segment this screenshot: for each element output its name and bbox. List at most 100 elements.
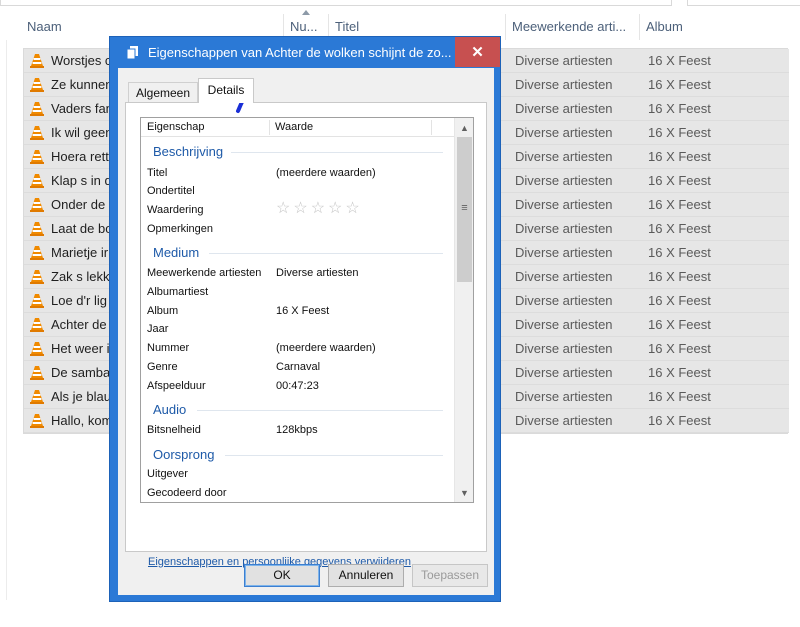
group-divider [197, 410, 443, 411]
vlc-cone-icon [30, 246, 44, 260]
prop-value-bitrate[interactable]: 128kbps [276, 424, 318, 436]
close-button[interactable]: ✕ [455, 37, 500, 67]
file-artist: Diverse artiesten [515, 413, 613, 428]
file-album: 16 X Feest [648, 125, 711, 140]
file-name: Ik wil geen [51, 125, 113, 140]
prop-label-duration[interactable]: Afspeelduur [147, 380, 206, 392]
file-artist: Diverse artiesten [515, 101, 613, 116]
apply-button[interactable]: Toepassen [412, 564, 488, 587]
prop-value-album[interactable]: 16 X Feest [276, 305, 329, 317]
property-list-scrollbar[interactable]: ▲ ≡ ▼ [454, 118, 473, 502]
search-box[interactable] [687, 0, 800, 6]
vlc-cone-icon [30, 294, 44, 308]
prop-label-comments[interactable]: Opmerkingen [147, 223, 213, 235]
document-icon [127, 46, 138, 59]
prop-label-year[interactable]: Jaar [147, 323, 168, 335]
file-artist: Diverse artiesten [515, 317, 613, 332]
file-album: 16 X Feest [648, 245, 711, 260]
prop-value-track[interactable]: (meerdere waarden) [276, 342, 376, 354]
column-header-artists[interactable]: Meewerkende arti... [507, 14, 640, 40]
file-album: 16 X Feest [648, 53, 711, 68]
column-divider[interactable] [269, 120, 270, 135]
file-name: Vaders fan [51, 101, 113, 116]
top-toolbar-area [0, 0, 800, 8]
file-album: 16 X Feest [648, 101, 711, 116]
file-artist: Diverse artiesten [515, 269, 613, 284]
file-name: Hoera rett [51, 149, 109, 164]
vlc-cone-icon [30, 342, 44, 356]
vlc-cone-icon [30, 414, 44, 428]
file-artist: Diverse artiesten [515, 125, 613, 140]
column-header-album[interactable]: Album [641, 14, 800, 40]
column-header-value[interactable]: Waarde [275, 118, 313, 137]
grip-icon: ≡ [461, 202, 468, 214]
file-album: 16 X Feest [648, 221, 711, 236]
file-album: 16 X Feest [648, 341, 711, 356]
file-name: Het weer i [51, 341, 110, 356]
prop-label-rating[interactable]: Waardering [147, 204, 203, 216]
tab-algemeen[interactable]: Algemeen [128, 82, 198, 102]
prop-label-bitrate[interactable]: Bitsnelheid [147, 424, 201, 436]
column-divider[interactable] [431, 120, 432, 135]
prop-label-subtitle[interactable]: Ondertitel [147, 185, 195, 197]
group-divider [209, 253, 443, 254]
file-album: 16 X Feest [648, 269, 711, 284]
tab-details[interactable]: Details [198, 78, 254, 103]
vlc-cone-icon [30, 390, 44, 404]
file-artist: Diverse artiesten [515, 77, 613, 92]
file-name: Laat de bo [51, 221, 113, 236]
sort-ascending-icon [302, 10, 310, 15]
column-header-property[interactable]: Eigenschap [147, 118, 205, 137]
cancel-button[interactable]: Annuleren [328, 564, 404, 587]
prop-label-title[interactable]: Titel [147, 167, 167, 179]
file-artist: Diverse artiesten [515, 173, 613, 188]
prop-value-artists[interactable]: Diverse artiesten [276, 267, 359, 279]
prop-value-title[interactable]: (meerdere waarden) [276, 167, 376, 179]
ok-button[interactable]: OK [244, 564, 320, 587]
vlc-cone-icon [30, 366, 44, 380]
file-album: 16 X Feest [648, 293, 711, 308]
vlc-cone-icon [30, 318, 44, 332]
file-artist: Diverse artiesten [515, 197, 613, 212]
file-album: 16 X Feest [648, 77, 711, 92]
prop-label-genre[interactable]: Genre [147, 361, 178, 373]
scrollbar-thumb[interactable]: ≡ [457, 137, 472, 282]
property-list: Eigenschap Waarde Beschrijving Titel (me… [140, 117, 474, 503]
file-artist: Diverse artiesten [515, 53, 613, 68]
dialog-body: Algemeen Details Eigenschap Waarde Besch… [118, 68, 494, 595]
prop-value-duration[interactable]: 00:47:23 [276, 380, 319, 392]
file-album: 16 X Feest [648, 317, 711, 332]
prop-label-album[interactable]: Album [147, 305, 178, 317]
file-artist: Diverse artiesten [515, 221, 613, 236]
file-artist: Diverse artiesten [515, 149, 613, 164]
rating-stars-icon[interactable]: ☆☆☆☆☆ [276, 198, 363, 218]
prop-label-track[interactable]: Nummer [147, 342, 189, 354]
scroll-up-icon[interactable]: ▲ [456, 119, 473, 136]
file-artist: Diverse artiesten [515, 365, 613, 380]
file-name: Achter de [51, 317, 107, 332]
file-name: Marietje ir [51, 245, 109, 260]
file-name: De samba [51, 365, 111, 380]
prop-label-encoded-by[interactable]: Gecodeerd door [147, 487, 227, 499]
file-album: 16 X Feest [648, 197, 711, 212]
file-album: 16 X Feest [648, 413, 711, 428]
details-panel: Eigenschap Waarde Beschrijving Titel (me… [125, 102, 487, 568]
group-heading-audio: Audio [153, 402, 187, 417]
file-album: 16 X Feest [648, 389, 711, 404]
scroll-down-icon[interactable]: ▼ [456, 484, 473, 501]
file-artist: Diverse artiesten [515, 245, 613, 260]
group-heading-description: Beschrijving [153, 144, 224, 159]
prop-value-genre[interactable]: Carnaval [276, 361, 320, 373]
prop-label-publisher[interactable]: Uitgever [147, 468, 188, 480]
file-album: 16 X Feest [648, 365, 711, 380]
file-album: 16 X Feest [648, 149, 711, 164]
prop-label-albumartist[interactable]: Albumartiest [147, 286, 208, 298]
group-heading-media: Medium [153, 245, 200, 260]
address-bar[interactable] [0, 0, 672, 6]
vlc-cone-icon [30, 222, 44, 236]
vlc-cone-icon [30, 102, 44, 116]
group-heading-origin: Oorsprong [153, 447, 215, 462]
close-icon: ✕ [471, 44, 484, 61]
prop-label-artists[interactable]: Meewerkende artiesten [147, 267, 261, 279]
dialog-titlebar[interactable]: Eigenschappen van Achter de wolken schij… [110, 37, 500, 68]
